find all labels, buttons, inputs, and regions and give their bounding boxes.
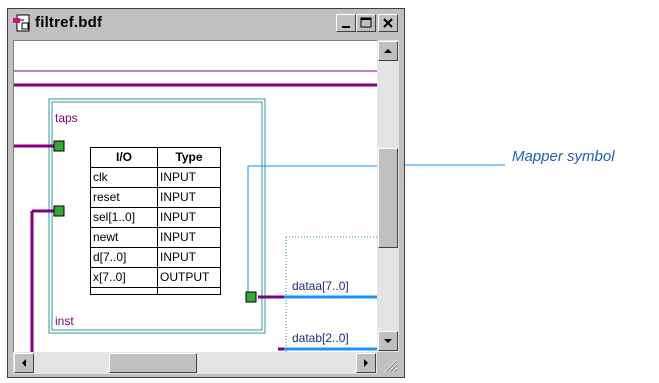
callout-label: Mapper symbol [512,148,615,165]
callout-leader [405,164,505,166]
